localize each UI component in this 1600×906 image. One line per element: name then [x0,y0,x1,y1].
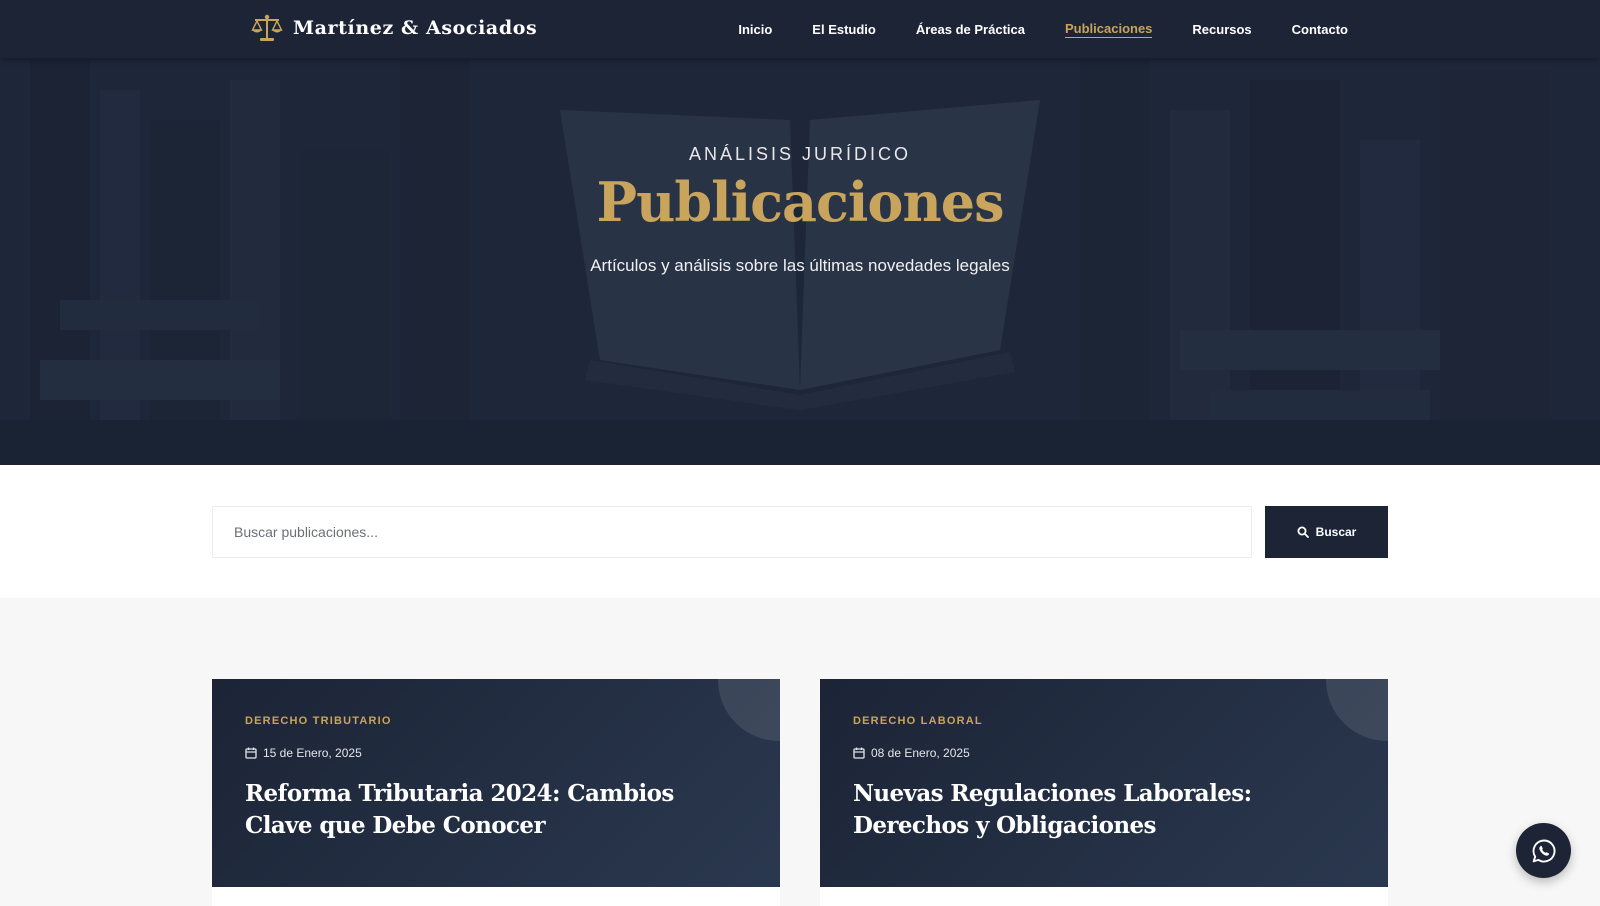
search-input[interactable] [212,506,1252,558]
whatsapp-button[interactable] [1516,823,1571,878]
hero-eyebrow: ANÁLISIS JURÍDICO [688,144,912,164]
card-body [212,887,780,906]
nav-item-recursos[interactable]: Recursos [1192,22,1251,37]
search-section: Buscar [0,465,1600,598]
card-decoration [718,679,780,741]
search-button-label: Buscar [1315,525,1357,539]
nav-item-el-estudio[interactable]: El Estudio [812,22,876,37]
card-decoration [1326,679,1388,741]
card-title[interactable]: Nuevas Regulaciones Laborales: Derechos … [853,778,1353,842]
card-date-text: 08 de Enero, 2025 [871,746,970,760]
brand-logo[interactable]: Martínez & Asociados [251,14,537,42]
nav-item-areas-de-practica[interactable]: Áreas de Práctica [916,22,1025,37]
calendar-icon [245,747,257,759]
search-button[interactable]: Buscar [1265,506,1388,558]
card-date: 15 de Enero, 2025 [245,746,362,760]
main-menu: Inicio El Estudio Áreas de Práctica Publ… [698,0,1348,58]
card-date: 08 de Enero, 2025 [853,746,970,760]
card-body [820,887,1388,906]
nav-item-contacto[interactable]: Contacto [1292,22,1348,37]
card-category: DERECHO TRIBUTARIO [245,715,392,727]
calendar-icon [853,747,865,759]
page-title: Publicaciones [596,170,1005,234]
scales-of-justice-icon [251,14,283,41]
brand-name: Martínez & Asociados [293,17,538,39]
whatsapp-icon [1532,839,1555,862]
search-icon [1297,526,1309,538]
hero-subtitle: Artículos y análisis sobre las últimas n… [590,256,1010,275]
card-title[interactable]: Reforma Tributaria 2024: Cambios Clave q… [245,778,745,842]
top-navigation: Martínez & Asociados Inicio El Estudio Á… [0,0,1600,58]
card-date-text: 15 de Enero, 2025 [263,746,362,760]
publication-card[interactable]: DERECHO TRIBUTARIO 15 de Enero, 2025 Ref… [212,679,780,906]
card-category: DERECHO LABORAL [853,715,983,727]
hero-section: ANÁLISIS JURÍDICO Publicaciones Artículo… [0,0,1600,465]
nav-item-inicio[interactable]: Inicio [738,22,772,37]
publication-card[interactable]: DERECHO LABORAL 08 de Enero, 2025 Nuevas… [820,679,1388,906]
nav-item-publicaciones[interactable]: Publicaciones [1064,21,1153,38]
